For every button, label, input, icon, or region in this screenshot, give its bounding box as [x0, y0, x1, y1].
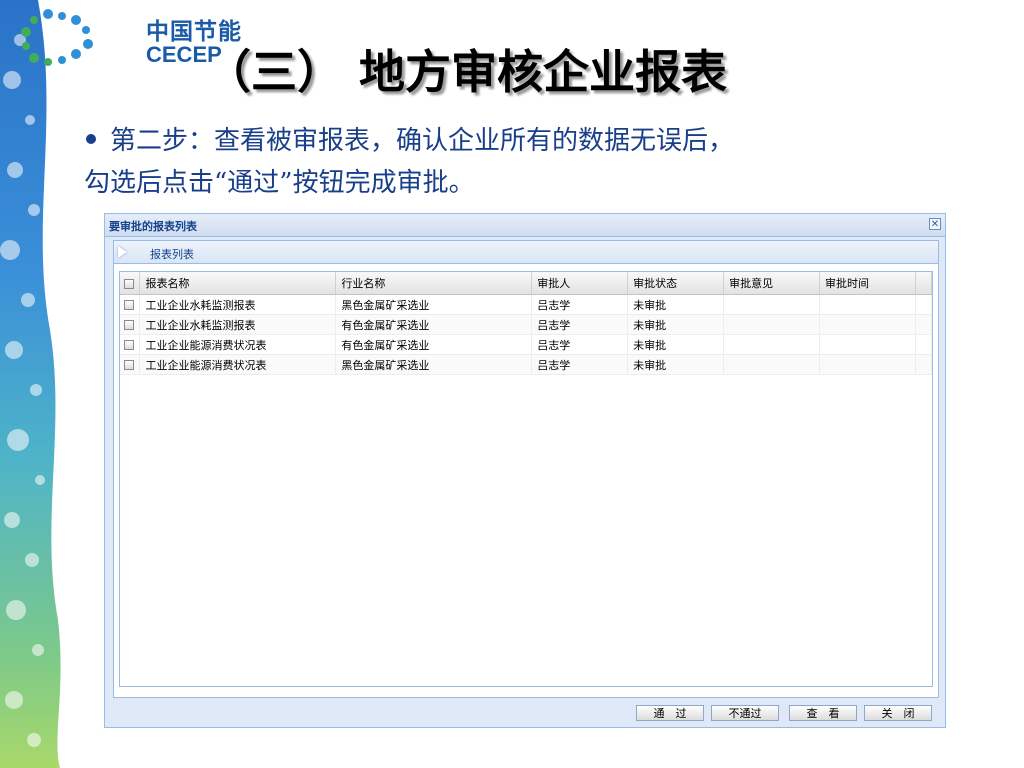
bullet-dot-icon: [86, 134, 96, 144]
cell-filler: [915, 314, 933, 335]
cell-report: 工业企业水耗监测报表: [139, 314, 337, 335]
select-all-header: [120, 272, 141, 295]
cell-time: [819, 294, 916, 315]
row-checkbox[interactable]: [124, 340, 134, 350]
cell-status: 未审批: [627, 294, 725, 315]
cell-report: 工业企业水耗监测报表: [139, 294, 337, 315]
bullet-text-line-1: 第二步：查看被审报表，确认企业所有的数据无误后，: [86, 120, 734, 157]
dialog-title: 要审批的报表列表: [109, 220, 197, 233]
bullet-text-line-2: 勾选后点击“通过”按钮完成审批。: [84, 168, 475, 198]
close-button[interactable]: 关 闭: [864, 705, 932, 721]
select-all-checkbox[interactable]: [124, 278, 134, 289]
expand-arrow-icon[interactable]: [118, 246, 127, 258]
cell-time: [819, 354, 916, 375]
column-header-opinion[interactable]: 审批意见: [723, 272, 821, 295]
approval-dialog: 要审批的报表列表 ✕ 报表列表 报表名称 行业名称 审批人 审批状态 审批意见 …: [104, 213, 946, 728]
cell-status: 未审批: [627, 354, 725, 375]
row-checkbox-cell: [120, 314, 141, 335]
column-header-report[interactable]: 报表名称: [139, 272, 337, 295]
cell-report: 工业企业能源消费状况表: [139, 354, 337, 375]
cell-filler: [915, 354, 933, 375]
cell-status: 未审批: [627, 314, 725, 335]
row-checkbox-cell: [120, 354, 141, 375]
column-header-status[interactable]: 审批状态: [627, 272, 725, 295]
cell-industry: 有色金属矿采选业: [335, 334, 533, 355]
cell-industry: 黑色金属矿采选业: [335, 354, 533, 375]
row-checkbox-cell: [120, 334, 141, 355]
cell-opinion: [723, 354, 821, 375]
column-header-industry[interactable]: 行业名称: [335, 272, 533, 295]
cell-approver: 吕志学: [531, 334, 629, 355]
logo-dots-icon: [21, 9, 93, 66]
column-header-time[interactable]: 审批时间: [819, 272, 916, 295]
decorative-side-band: [0, 0, 61, 768]
dialog-header: 要审批的报表列表 ✕: [105, 214, 945, 237]
cell-opinion: [723, 314, 821, 335]
table-row[interactable]: 工业企业能源消费状况表 有色金属矿采选业 吕志学 未审批: [120, 334, 933, 355]
cell-opinion: [723, 294, 821, 315]
slide-title: （三） 地方审核企业报表: [205, 45, 728, 99]
cell-time: [819, 314, 916, 335]
pass-button[interactable]: 通 过: [636, 705, 704, 721]
report-grid: 报表名称 行业名称 审批人 审批状态 审批意见 审批时间 工业企业水耗监测报表 …: [119, 271, 933, 687]
report-list-panel: 报表列表 报表名称 行业名称 审批人 审批状态 审批意见 审批时间 工业企业水耗…: [113, 240, 939, 698]
table-row[interactable]: 工业企业水耗监测报表 有色金属矿采选业 吕志学 未审批: [120, 314, 933, 335]
cell-filler: [915, 334, 933, 355]
cell-approver: 吕志学: [531, 314, 629, 335]
table-header-row: 报表名称 行业名称 审批人 审批状态 审批意见 审批时间: [120, 272, 933, 295]
view-button[interactable]: 查 看: [789, 705, 857, 721]
row-checkbox-cell: [120, 294, 141, 315]
row-checkbox[interactable]: [124, 320, 134, 330]
cell-approver: 吕志学: [531, 354, 629, 375]
column-header-approver[interactable]: 审批人: [531, 272, 629, 295]
close-icon[interactable]: ✕: [929, 218, 941, 230]
cell-filler: [915, 294, 933, 315]
panel-title: 报表列表: [150, 248, 194, 261]
row-checkbox[interactable]: [124, 360, 134, 370]
cell-industry: 有色金属矿采选业: [335, 314, 533, 335]
table-row[interactable]: 工业企业能源消费状况表 黑色金属矿采选业 吕志学 未审批: [120, 354, 933, 375]
cell-opinion: [723, 334, 821, 355]
cell-report: 工业企业能源消费状况表: [139, 334, 337, 355]
table-row[interactable]: 工业企业水耗监测报表 黑色金属矿采选业 吕志学 未审批: [120, 294, 933, 315]
cell-status: 未审批: [627, 334, 725, 355]
panel-header: 报表列表: [114, 241, 938, 264]
cell-time: [819, 334, 916, 355]
column-header-filler: [915, 272, 933, 295]
cell-industry: 黑色金属矿采选业: [335, 294, 533, 315]
row-checkbox[interactable]: [124, 300, 134, 310]
report-table: 报表名称 行业名称 审批人 审批状态 审批意见 审批时间 工业企业水耗监测报表 …: [120, 272, 933, 375]
cell-approver: 吕志学: [531, 294, 629, 315]
bullet-text: 第二步：查看被审报表，确认企业所有的数据无误后，: [110, 126, 735, 156]
reject-button[interactable]: 不通过: [711, 705, 779, 721]
